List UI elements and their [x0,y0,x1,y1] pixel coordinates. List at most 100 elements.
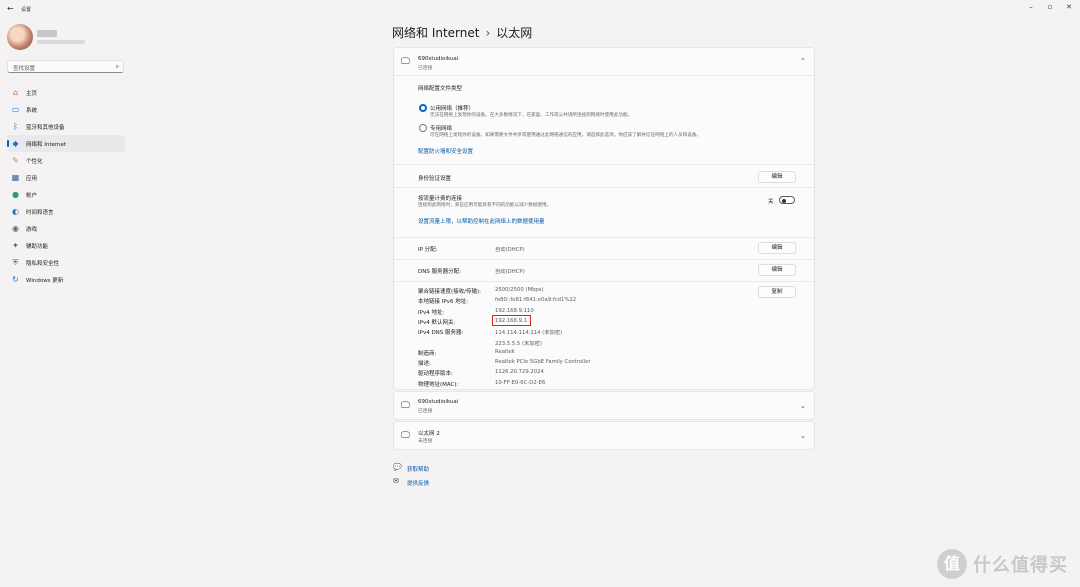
metered-connection-label: 按流量计费的连接 [418,196,463,202]
search-icon: ⌕ [115,63,119,70]
connection-name: 690studioikuai [418,399,459,405]
ip-edit-button[interactable]: 编辑 [758,242,796,254]
gaming-icon: ◉ [12,224,19,233]
chevron-down-icon[interactable]: ⌄ [800,432,806,440]
get-help-link[interactable]: 获取帮助 [407,465,429,473]
sidebar-item-label: 应用 [26,176,38,182]
watermark-logo: 值 [937,549,967,579]
sidebar-item-label: 辅助功能 [26,244,49,250]
property-label: 驱动程序版本: [418,371,453,378]
give-feedback-link[interactable]: 提供反馈 [407,479,429,487]
ethernet-icon: 🖵 [401,401,410,411]
firewall-settings-link[interactable]: 配置防火墙和安全设置 [418,147,473,155]
private-network-desc: 可在网络上发现你的设备。如果需要文件共享或使用通过此网络通信的应用，请选择此选项… [430,133,702,138]
network-icon: ◆ [12,139,19,148]
personalization-icon: ✎ [12,156,19,165]
property-label: IPv4 DNS 服务器: [418,330,464,337]
profile-type-label: 网络配置文件类型 [418,86,463,92]
private-network-label: 专用网络 [430,126,453,132]
sidebar-item-10[interactable]: ⛨ 隐私和安全性 [7,254,125,271]
privacy-shield-icon: ⛨ [12,258,19,267]
property-label: 本地链接 IPv6 地址: [418,299,469,306]
windows-update-icon: ↻ [12,275,19,284]
home-icon: ⌂ [12,88,19,97]
gateway-highlight-box [492,315,531,326]
ethernet2-card-collapsed[interactable]: 🖵 以太网 2 未连接 ⌄ [393,421,815,450]
property-value: 2500/2500 (Mbps) [495,287,544,293]
private-network-radio[interactable] [419,124,427,132]
dns-assign-value: 自动(DHCP) [495,269,525,275]
property-label: 物理地址(MAC): [418,381,459,388]
property-value: fe80::fe81:f641:e0a9:fcd1%22 [495,297,577,304]
breadcrumb-separator: › [485,26,491,40]
back-arrow-icon[interactable]: ← [7,4,14,13]
sidebar-item-1[interactable]: ▭ 系统 [7,101,125,118]
system-icon: ▭ [11,105,20,114]
feedback-icon: ✉ [393,477,399,485]
sidebar-item-11[interactable]: ↻ Windows 更新 [7,271,125,288]
property-label: IPv4 默认网关: [418,319,456,326]
property-value: 1126.20.729.2024 [495,369,544,376]
divider [394,187,814,188]
property-label: IPv4 地址: [418,309,445,316]
sidebar-item-6[interactable]: ● 帐户 [7,186,125,203]
dns-assign-label: DNS 服务器分配: [418,269,461,275]
metered-connection-desc: 连接到此网络时，某些应用可能具有不同的功能以减少数据使用。 [418,203,552,208]
property-value: 223.5.5.5 (未加密) [495,340,542,347]
chevron-down-icon[interactable]: ⌄ [800,402,806,410]
ethernet-icon: 🖵 [401,57,410,67]
data-limit-link[interactable]: 设置流量上限，以帮助控制在此网络上的数据使用量 [418,217,545,225]
breadcrumb-current: 以太网 [496,26,533,40]
search-placeholder: 查找设置 [13,66,36,72]
auth-settings-label: 身份验证设置 [418,176,452,182]
sidebar-item-label: 蓝牙和其他设备 [26,125,65,131]
toggle-knob [782,198,786,203]
time-language-icon: ◐ [12,207,19,216]
divider [394,281,814,282]
maximize-icon[interactable]: ▫ [1045,3,1055,11]
property-value: Realtek [495,348,515,355]
sidebar-item-4[interactable]: ✎ 个性化 [7,152,125,169]
breadcrumb-parent[interactable]: 网络和 Internet [392,26,479,40]
avatar[interactable] [7,24,33,50]
sidebar-item-label: 个性化 [26,159,43,165]
help-icon: 💬 [393,463,402,471]
minimize-icon[interactable]: – [1026,3,1036,11]
sidebar-item-label: 网络和 Internet [26,142,67,148]
property-value: Realtek PCIe 5GbE Family Controller [495,359,591,366]
property-label: 制造商: [418,350,437,357]
close-icon[interactable]: ✕ [1064,3,1074,11]
sidebar-nav: ⌂ 主页 ▭ 系统 ᛒ 蓝牙和其他设备 ◆ 网络和 Internet ✎ 个性化 ▦ 应用 ● 帐户 ◐ 时间… [7,84,125,288]
chevron-up-icon[interactable]: ⌃ [800,57,806,65]
sidebar-item-2[interactable]: ᛒ 蓝牙和其他设备 [7,118,125,135]
public-network-radio[interactable] [419,104,427,112]
property-value: 10-FF-E0-6C-D2-E6 [495,379,546,386]
accessibility-icon: ✦ [12,241,19,250]
sidebar-item-label: 游戏 [26,227,38,233]
sidebar-item-7[interactable]: ◐ 时间和语言 [7,203,125,220]
sidebar-item-label: 系统 [26,108,38,114]
sidebar-item-3[interactable]: ◆ 网络和 Internet [7,135,125,152]
metered-toggle[interactable] [779,196,795,204]
sidebar-item-0[interactable]: ⌂ 主页 [7,84,125,101]
ethernet-card-collapsed[interactable]: 🖵 690studioikuai 已连接 ⌄ [393,391,815,420]
user-email-blurred [37,40,85,44]
user-name-blurred [37,30,57,37]
sidebar-item-label: 主页 [26,91,38,97]
copy-button[interactable]: 复制 [758,286,796,298]
bluetooth-icon: ᛒ [13,122,18,131]
auth-edit-button[interactable]: 编辑 [758,171,796,183]
title-bar: ← 设置 – ▫ ✕ [0,0,1080,18]
sidebar-item-label: 时间和语言 [26,210,54,216]
sidebar-item-5[interactable]: ▦ 应用 [7,169,125,186]
property-value: 114.114.114.114 (未加密) [495,330,563,337]
settings-search-input[interactable]: 查找设置 ⌕ [7,60,124,73]
dns-edit-button[interactable]: 编辑 [758,264,796,276]
connection-status: 已连接 [418,409,433,414]
sidebar-item-8[interactable]: ◉ 游戏 [7,220,125,237]
connection-name: 以太网 2 [418,431,440,437]
divider [394,75,814,76]
sidebar-item-9[interactable]: ✦ 辅助功能 [7,237,125,254]
property-label: 聚合链接速度(接收/传输): [418,289,481,295]
public-network-label: 公用网络（推荐） [430,106,475,112]
